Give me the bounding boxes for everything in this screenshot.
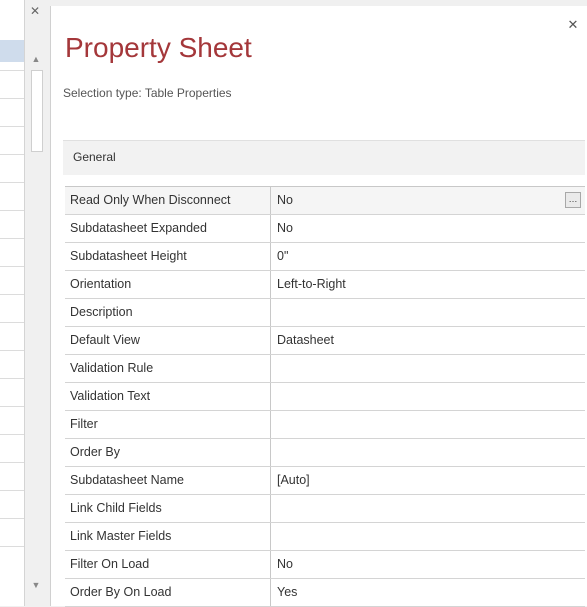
row-divider [0, 266, 24, 267]
row-divider [0, 546, 24, 547]
property-value[interactable] [271, 383, 585, 410]
property-row[interactable]: Orientation Left-to-Right [65, 271, 585, 299]
property-name: Order By [65, 439, 271, 466]
property-value[interactable]: Left-to-Right [271, 271, 585, 298]
row-divider [0, 434, 24, 435]
row-divider [0, 322, 24, 323]
property-name: Validation Rule [65, 355, 271, 382]
row-divider [0, 462, 24, 463]
property-name: Orientation [65, 271, 271, 298]
vertical-scrollbar[interactable]: ▲ ▼ [26, 48, 46, 602]
tab-bar: General [63, 140, 585, 175]
row-divider [0, 126, 24, 127]
property-value[interactable] [271, 495, 585, 522]
property-row[interactable]: Link Child Fields [65, 495, 585, 523]
row-divider [0, 350, 24, 351]
property-value[interactable]: Datasheet [271, 327, 585, 354]
property-name: Filter [65, 411, 271, 438]
property-row[interactable]: Description [65, 299, 585, 327]
property-name: Validation Text [65, 383, 271, 410]
property-name: Filter On Load [65, 551, 271, 578]
property-row[interactable]: Validation Rule [65, 355, 585, 383]
property-row[interactable]: Validation Text [65, 383, 585, 411]
close-icon[interactable]: ✕ [28, 4, 42, 18]
property-name: Read Only When Disconnect [65, 187, 271, 214]
row-divider [0, 154, 24, 155]
property-value[interactable]: No [271, 215, 585, 242]
row-divider [0, 182, 24, 183]
property-sheet-panel: ✕ Property Sheet Selection type: Table P… [50, 6, 587, 607]
property-name: Subdatasheet Name [65, 467, 271, 494]
property-row[interactable]: Filter On Load No [65, 551, 585, 579]
row-divider [0, 98, 24, 99]
property-row[interactable]: Subdatasheet Name [Auto] [65, 467, 585, 495]
row-divider [0, 490, 24, 491]
property-name: Link Master Fields [65, 523, 271, 550]
row-divider [0, 294, 24, 295]
property-value[interactable] [271, 355, 585, 382]
property-value[interactable] [271, 439, 585, 466]
chevron-down-icon[interactable]: ▼ [29, 578, 43, 592]
row-divider [0, 210, 24, 211]
row-divider [0, 406, 24, 407]
property-value[interactable]: 0" [271, 243, 585, 270]
property-name: Subdatasheet Height [65, 243, 271, 270]
tab-general[interactable]: General [73, 150, 116, 164]
property-name: Subdatasheet Expanded [65, 215, 271, 242]
property-row[interactable]: Filter [65, 411, 585, 439]
scrollbar-thumb[interactable] [31, 70, 43, 152]
row-divider [0, 378, 24, 379]
property-value[interactable]: [Auto] [271, 467, 585, 494]
selected-row-sliver [0, 40, 24, 62]
property-name: Description [65, 299, 271, 326]
ellipsis-button[interactable]: … [565, 192, 581, 208]
row-divider [0, 518, 24, 519]
property-row[interactable]: Subdatasheet Height 0" [65, 243, 585, 271]
selection-type-label: Selection type: Table Properties [63, 86, 232, 100]
property-value[interactable] [271, 299, 585, 326]
property-value[interactable]: No … [271, 187, 585, 214]
row-divider [0, 238, 24, 239]
close-icon[interactable]: ✕ [566, 18, 580, 32]
property-value[interactable]: Yes [271, 579, 585, 606]
property-name: Order By On Load [65, 579, 271, 606]
property-row[interactable]: Link Master Fields [65, 523, 585, 551]
property-name: Default View [65, 327, 271, 354]
property-value[interactable] [271, 411, 585, 438]
panel-title: Property Sheet [65, 32, 252, 63]
row-divider [0, 70, 24, 71]
property-row[interactable]: Order By [65, 439, 585, 467]
property-value[interactable] [271, 523, 585, 550]
property-row[interactable]: Order By On Load Yes [65, 579, 585, 607]
property-value[interactable]: No [271, 551, 585, 578]
property-name: Link Child Fields [65, 495, 271, 522]
property-row[interactable]: Subdatasheet Expanded No [65, 215, 585, 243]
property-grid: Read Only When Disconnect No … Subdatash… [65, 186, 585, 607]
property-value-text: No [277, 193, 293, 207]
underlying-window [0, 0, 25, 606]
property-row[interactable]: Read Only When Disconnect No … [65, 187, 585, 215]
chevron-up-icon[interactable]: ▲ [29, 52, 43, 66]
property-row[interactable]: Default View Datasheet [65, 327, 585, 355]
